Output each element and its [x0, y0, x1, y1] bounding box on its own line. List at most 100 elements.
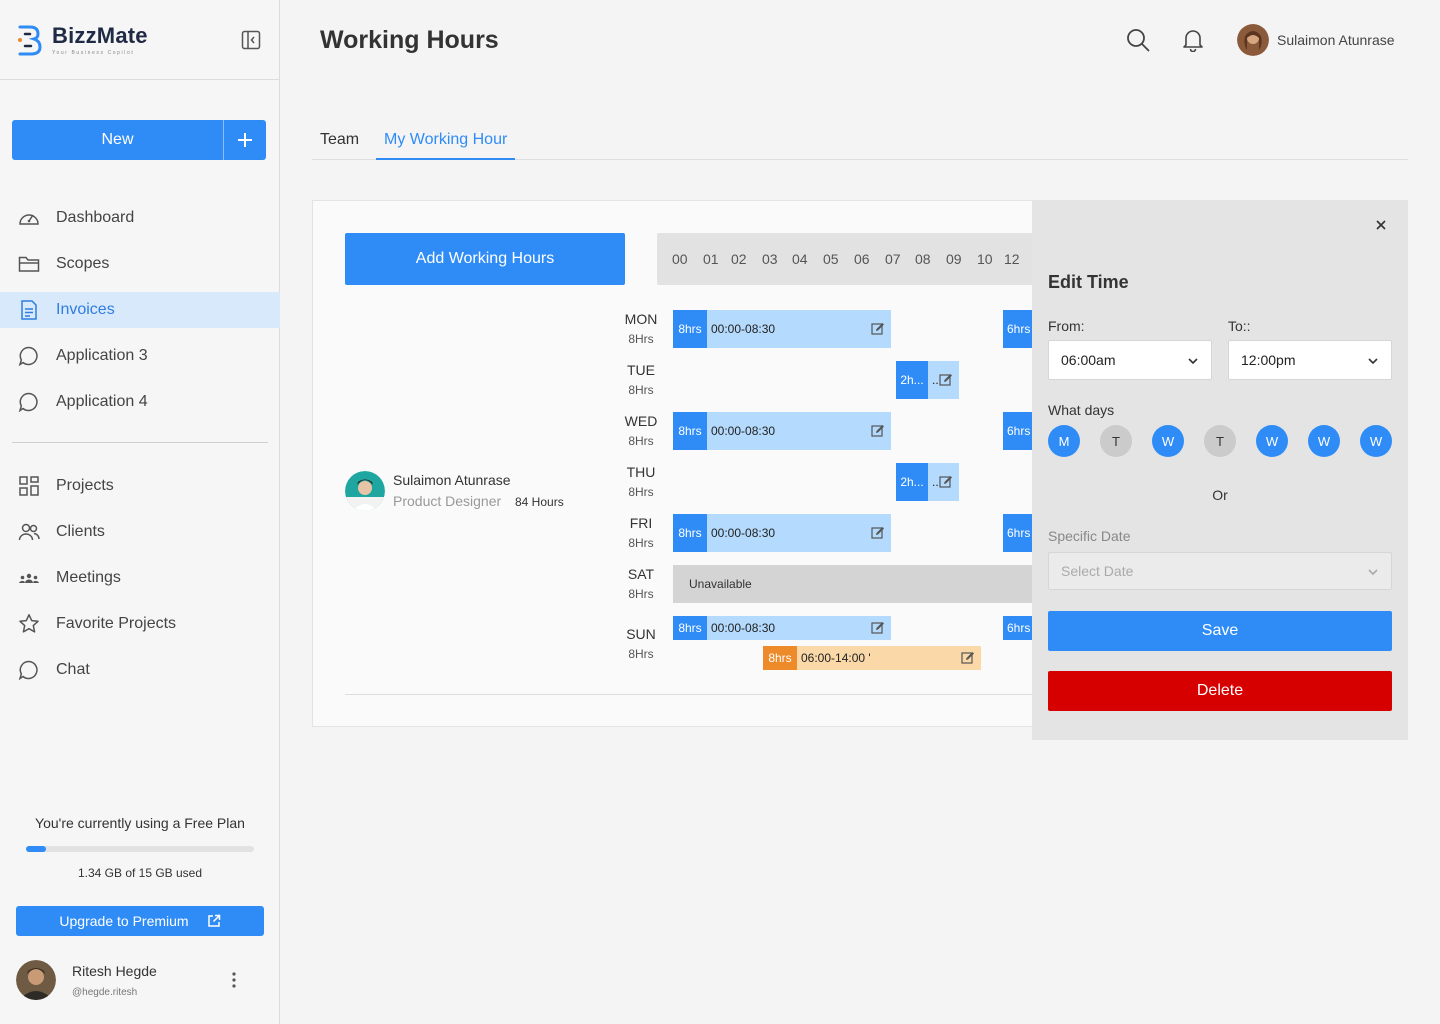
- hour-tick: 03: [762, 251, 778, 267]
- star-icon: [19, 614, 39, 633]
- user-name: Ritesh Hegde: [72, 962, 157, 979]
- grid-icon: [19, 476, 39, 496]
- card-divider: [345, 694, 1045, 695]
- sidebar-item-projects[interactable]: Projects: [0, 468, 280, 504]
- hour-tick: 02: [731, 251, 747, 267]
- day-hours: 8Hrs: [628, 485, 654, 499]
- sidebar-item-favorite-projects[interactable]: Favorite Projects: [0, 606, 280, 642]
- sidebar-item-application-3[interactable]: Application 3: [0, 338, 280, 374]
- time-slot[interactable]: 8hrs 00:00-08:30: [673, 310, 891, 348]
- day-toggle-wed[interactable]: W: [1152, 425, 1184, 457]
- day-toggle-sat[interactable]: W: [1308, 425, 1340, 457]
- slot-time: 00:00-08:30: [711, 424, 776, 438]
- time-slot[interactable]: 8hrs 00:00-08:30: [673, 412, 891, 450]
- edit-icon[interactable]: [871, 424, 885, 438]
- day-toggle-fri[interactable]: W: [1256, 425, 1288, 457]
- days-label: What days: [1048, 402, 1115, 418]
- upgrade-button[interactable]: Upgrade to Premium: [16, 906, 264, 936]
- tab-my-working-hour[interactable]: My Working Hour: [376, 131, 516, 160]
- time-slot[interactable]: 2h... ...: [896, 463, 959, 501]
- sidebar-item-scopes[interactable]: Scopes: [0, 246, 280, 282]
- day-label-sat: SAT: [627, 566, 655, 582]
- person-total-hours: 84 Hours: [515, 495, 564, 509]
- sidebar-item-label: Dashboard: [56, 209, 135, 226]
- day-toggle-sun[interactable]: W: [1360, 425, 1392, 457]
- close-icon[interactable]: [1374, 218, 1388, 232]
- sidebar-collapse-icon[interactable]: [241, 30, 261, 50]
- page-title: Working Hours: [320, 26, 499, 54]
- avatar: [16, 960, 56, 1000]
- to-label: To::: [1228, 318, 1251, 334]
- edit-icon[interactable]: [871, 621, 885, 635]
- storage-progress-fill: [26, 846, 47, 852]
- hour-tick: 07: [885, 251, 901, 267]
- from-select[interactable]: 06:00am: [1048, 340, 1212, 380]
- hour-tick: 10: [977, 251, 993, 267]
- chat-bubble-icon: [18, 660, 38, 681]
- slot-duration: 2h...: [896, 361, 928, 399]
- edit-icon[interactable]: [939, 475, 953, 489]
- tab-team[interactable]: Team: [320, 131, 359, 160]
- time-slot[interactable]: 8hrs 00:00-08:30: [673, 616, 891, 640]
- bell-icon[interactable]: [1182, 28, 1204, 52]
- invoice-icon: [21, 300, 37, 320]
- new-plus-button[interactable]: [224, 120, 266, 160]
- to-value: 12:00pm: [1241, 352, 1296, 368]
- slot-duration: 8hrs: [673, 514, 707, 552]
- edit-icon[interactable]: [939, 373, 953, 387]
- header-user-name[interactable]: Sulaimon Atunrase: [1277, 32, 1395, 48]
- dashboard-icon: [19, 214, 39, 225]
- new-button[interactable]: New: [12, 120, 266, 160]
- to-select[interactable]: 12:00pm: [1228, 340, 1392, 380]
- panel-title: Edit Time: [1048, 272, 1129, 292]
- sidebar-item-chat[interactable]: Chat: [0, 652, 280, 688]
- specific-date-label: Specific Date: [1048, 528, 1131, 544]
- sidebar-item-label: Favorite Projects: [56, 615, 177, 632]
- day-hours: 8Hrs: [628, 536, 654, 550]
- hour-tick: 04: [792, 251, 808, 267]
- slot-time: 00:00-08:30: [711, 526, 776, 540]
- sidebar-item-application-4[interactable]: Application 4: [0, 384, 280, 420]
- new-button-label[interactable]: New: [12, 120, 224, 160]
- sidebar-item-label: Invoices: [56, 301, 115, 318]
- external-link-icon: [207, 914, 220, 927]
- time-slot-overlap[interactable]: 8hrs 06:00-14:00 ': [763, 646, 981, 670]
- sidebar-item-dashboard[interactable]: Dashboard: [0, 200, 280, 236]
- day-label-fri: FRI: [629, 515, 653, 531]
- save-button[interactable]: Save: [1048, 611, 1392, 651]
- sidebar-item-label: Scopes: [56, 255, 110, 272]
- user-info: Ritesh Hegde @hegde.ritesh: [72, 963, 157, 998]
- day-toggle-mon[interactable]: M: [1048, 425, 1080, 457]
- folder-icon: [18, 256, 40, 272]
- day-toggle-tue[interactable]: T: [1100, 425, 1132, 457]
- sidebar-item-label: Clients: [56, 523, 105, 540]
- chat-bubble-icon: [18, 346, 38, 367]
- add-working-hours-button[interactable]: Add Working Hours: [345, 233, 625, 285]
- user-handle: @hegde.ritesh: [72, 986, 138, 998]
- sidebar-item-label: Application 3: [56, 347, 148, 364]
- edit-icon[interactable]: [961, 651, 975, 665]
- header-avatar[interactable]: [1237, 24, 1269, 56]
- sidebar-item-invoices[interactable]: Invoices: [0, 292, 280, 328]
- users-icon: [18, 523, 40, 541]
- sidebar-item-meetings[interactable]: Meetings: [0, 560, 280, 596]
- slot-duration: 8hrs: [673, 412, 707, 450]
- edit-icon[interactable]: [871, 526, 885, 540]
- specific-date-select[interactable]: Select Date: [1048, 552, 1392, 590]
- unavailable-slot[interactable]: Unavailable: [673, 565, 1043, 603]
- current-user[interactable]: Ritesh Hegde @hegde.ritesh: [16, 958, 264, 1002]
- sidebar-item-clients[interactable]: Clients: [0, 514, 280, 550]
- hour-tick: 09: [946, 251, 962, 267]
- storage-progress: [26, 846, 254, 852]
- sidebar-item-label: Application 4: [56, 393, 148, 410]
- day-toggle-thu[interactable]: T: [1204, 425, 1236, 457]
- search-icon[interactable]: [1126, 28, 1150, 52]
- slot-duration: 8hrs: [763, 646, 797, 670]
- edit-icon[interactable]: [871, 322, 885, 336]
- time-slot[interactable]: 2h... ...: [896, 361, 959, 399]
- time-slot[interactable]: 8hrs 00:00-08:30: [673, 514, 891, 552]
- delete-button[interactable]: Delete: [1048, 671, 1392, 711]
- slot-time: 00:00-08:30: [711, 621, 776, 635]
- from-label: From:: [1048, 318, 1085, 334]
- more-options-icon[interactable]: [232, 972, 236, 988]
